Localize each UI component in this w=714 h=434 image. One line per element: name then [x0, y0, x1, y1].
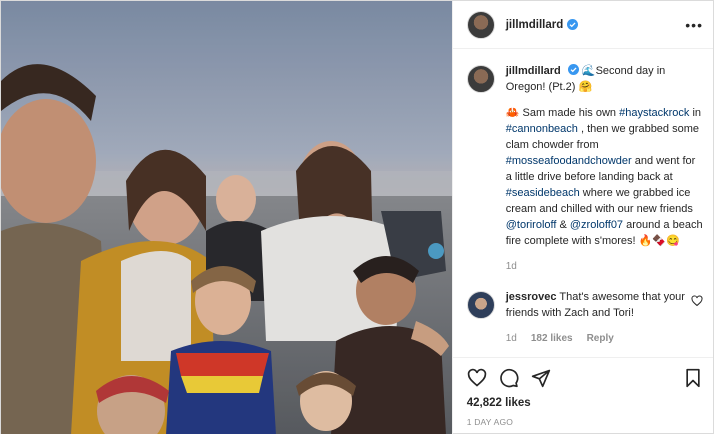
avatar[interactable]: [466, 10, 495, 39]
caption-hug-emoji: 🤗: [578, 81, 593, 93]
post-sidebar: jillmdillard ••• jillmdillard 🌊Second da…: [451, 1, 713, 434]
caption-body: jillmdillard 🌊Second day in Oregon! (Pt.…: [506, 63, 703, 275]
share-icon[interactable]: [531, 368, 551, 388]
caption-text: 🦀 Sam made his own: [505, 107, 620, 119]
post-date[interactable]: 1 DAY AGO: [453, 413, 713, 434]
verified-badge-icon: [567, 64, 579, 75]
hashtag-link[interactable]: #cannonbeach: [506, 123, 578, 135]
caption-username[interactable]: jillmdillard: [506, 65, 561, 77]
post-header: jillmdillard •••: [452, 1, 713, 49]
more-options-button[interactable]: •••: [685, 17, 703, 33]
comment-heart-icon[interactable]: [691, 295, 703, 307]
comment-age[interactable]: 1d: [506, 333, 517, 344]
reply-button[interactable]: Reply: [587, 333, 614, 344]
instagram-post: jillmdillard ••• jillmdillard 🌊Second da…: [0, 0, 714, 434]
post-photo[interactable]: [1, 1, 452, 434]
caption-text: in: [689, 107, 702, 119]
caption-text: &: [556, 219, 570, 231]
post-username[interactable]: jillmdillard: [506, 19, 564, 31]
mention-link[interactable]: @toriroloff: [506, 219, 557, 231]
group-beach-photo: [1, 1, 452, 434]
hashtag-link[interactable]: #mosseafoodandchowder: [506, 155, 632, 167]
comment-row: jessrovec That's awesome that your frien…: [466, 289, 703, 347]
heart-icon[interactable]: [467, 368, 487, 388]
verified-badge-icon: [567, 19, 579, 30]
action-bar: [452, 357, 713, 397]
comment-likes[interactable]: 182 likes: [531, 333, 573, 344]
comments-section: jillmdillard 🌊Second day in Oregon! (Pt.…: [453, 49, 713, 357]
hashtag-link[interactable]: #haystackrock: [619, 107, 689, 119]
avatar[interactable]: [466, 291, 495, 319]
bookmark-icon[interactable]: [683, 368, 703, 388]
mention-link[interactable]: @zroloff07: [570, 219, 623, 231]
likes-count[interactable]: 42,822 likes: [453, 397, 713, 413]
caption-age[interactable]: 1d: [506, 261, 517, 272]
hashtag-link[interactable]: #seasidebeach: [506, 187, 580, 199]
caption-wave-emoji: 🌊: [581, 65, 596, 77]
avatar[interactable]: [466, 65, 495, 93]
comment-body: jessrovec That's awesome that your frien…: [506, 289, 685, 347]
comment-username[interactable]: jessrovec: [506, 291, 557, 303]
comment-meta: 1d 182 likes Reply: [506, 331, 685, 347]
caption-meta: 1d: [506, 259, 703, 275]
caption-row: jillmdillard 🌊Second day in Oregon! (Pt.…: [466, 63, 703, 275]
comment-icon[interactable]: [499, 368, 519, 388]
